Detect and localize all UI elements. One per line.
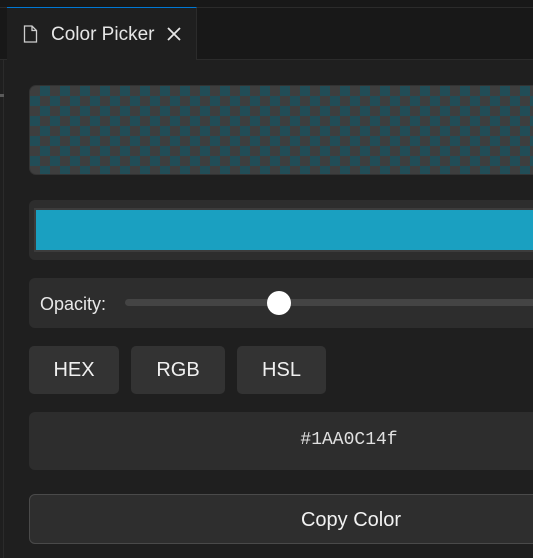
panel-border — [3, 59, 4, 558]
close-icon[interactable] — [165, 25, 183, 43]
transparency-preview — [29, 85, 533, 175]
tab-color-picker[interactable]: Color Picker — [7, 7, 197, 60]
color-swatch[interactable] — [34, 208, 533, 252]
format-hex-button[interactable]: HEX — [29, 346, 119, 394]
opacity-slider-thumb[interactable] — [267, 291, 291, 315]
opacity-slider-track[interactable] — [125, 299, 533, 306]
copy-color-label: Copy Color — [300, 509, 402, 531]
format-hsl-button[interactable]: HSL — [237, 346, 326, 394]
opacity-label: Opacity: — [40, 294, 107, 314]
format-rgb-button[interactable]: RGB — [131, 346, 225, 394]
color-picker-window: Color Picker Opacity: HEX RGB HSL #1AA0C… — [0, 0, 533, 558]
color-value-text: #1AA0C14f — [300, 430, 398, 450]
panel-edge-marker — [0, 94, 4, 97]
color-value-field[interactable]: #1AA0C14f — [29, 412, 533, 470]
color-swatch-container — [29, 200, 533, 260]
opacity-control: Opacity: — [29, 278, 533, 328]
copy-color-button[interactable]: Copy Color — [29, 494, 533, 544]
file-icon — [23, 25, 38, 43]
tab-title: Color Picker — [51, 24, 155, 45]
